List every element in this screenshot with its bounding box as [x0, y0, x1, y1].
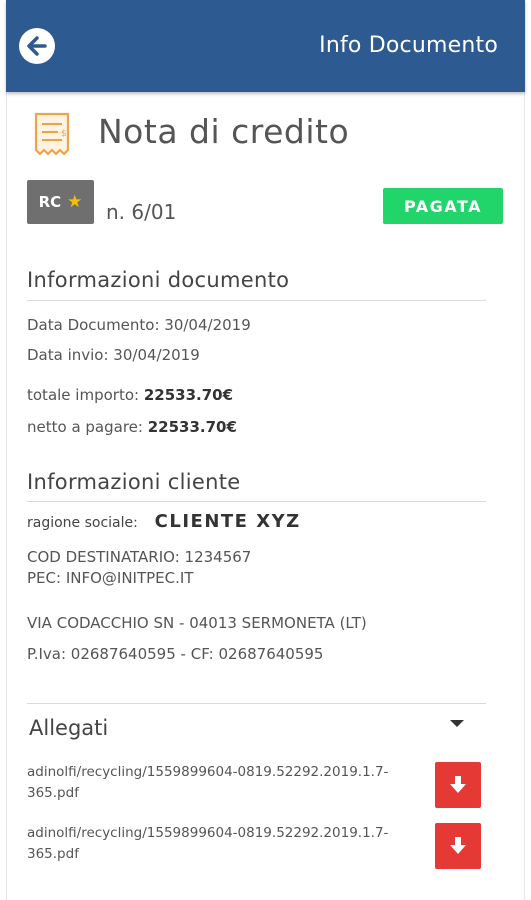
- attachment-item: adinolfi/recycling/1559899604-0819.52292…: [27, 823, 487, 873]
- receipt-icon: $: [34, 112, 70, 156]
- company-name-row: ragione sociale: CLIENTE XYZ: [27, 511, 301, 532]
- client-info-title: Informazioni cliente: [27, 470, 241, 494]
- document-info-title: Informazioni documento: [27, 268, 290, 292]
- back-button[interactable]: [19, 28, 55, 64]
- download-button[interactable]: [435, 823, 481, 869]
- total-amount: totale importo: 22533.70€: [27, 386, 233, 404]
- divider: [27, 703, 486, 704]
- divider: [27, 300, 486, 301]
- document-type-badge: RC ★: [27, 180, 94, 224]
- header-title: Info Documento: [319, 33, 498, 58]
- svg-text:$: $: [61, 129, 67, 139]
- download-arrow-icon: [450, 837, 466, 854]
- app-header: Info Documento: [6, 0, 525, 92]
- document-number: n. 6/01: [106, 200, 177, 224]
- attachment-filename: adinolfi/recycling/1559899604-0819.52292…: [27, 825, 389, 862]
- divider: [27, 501, 486, 502]
- attachment-item: adinolfi/recycling/1559899604-0819.52292…: [27, 762, 487, 812]
- company-name-value: CLIENTE XYZ: [154, 511, 301, 532]
- net-value: 22533.70€: [147, 418, 237, 436]
- company-name-label: ragione sociale:: [27, 515, 138, 531]
- client-address: VIA CODACCHIO SN - 04013 SERMONETA (LT): [27, 614, 367, 632]
- send-date: Data invio: 30/04/2019: [27, 346, 200, 364]
- status-badge: PAGATA: [383, 188, 503, 224]
- star-icon: ★: [67, 192, 83, 212]
- badge-text: RC: [38, 193, 62, 211]
- total-label: totale importo:: [27, 386, 140, 404]
- document-title: Nota di credito: [98, 112, 350, 151]
- vat-fiscal-code: P.Iva: 02687640595 - CF: 02687640595: [27, 645, 324, 663]
- chevron-down-icon[interactable]: [450, 720, 464, 727]
- pec-address: PEC: INFO@INITPEC.IT: [27, 569, 194, 587]
- net-amount: netto a pagare: 22533.70€: [27, 418, 237, 436]
- total-value: 22533.70€: [143, 386, 234, 404]
- document-date: Data Documento: 30/04/2019: [27, 316, 251, 334]
- net-label: netto a pagare:: [27, 418, 143, 436]
- back-arrow-icon: [27, 36, 47, 56]
- download-button[interactable]: [435, 762, 481, 808]
- recipient-code: COD DESTINATARIO: 1234567: [27, 548, 252, 566]
- attachments-title: Allegati: [29, 716, 109, 740]
- attachment-filename: adinolfi/recycling/1559899604-0819.52292…: [27, 764, 389, 801]
- download-arrow-icon: [450, 776, 466, 793]
